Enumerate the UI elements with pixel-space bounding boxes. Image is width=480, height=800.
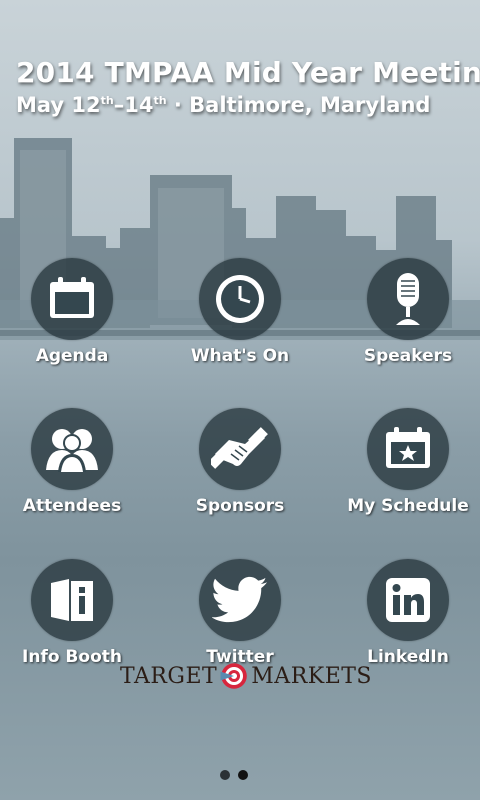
linkedin-button[interactable] — [367, 559, 449, 641]
logo-text-right: MARKETS — [251, 663, 372, 689]
menu-label: Attendees — [22, 496, 122, 516]
date-start: May 12 — [16, 93, 101, 117]
info-booth-button[interactable] — [31, 559, 113, 641]
event-date-location: May 12th–14th · Baltimore, Maryland — [16, 93, 480, 117]
agenda-button[interactable] — [31, 258, 113, 340]
menu-label: My Schedule — [347, 496, 469, 516]
info-booth-icon — [51, 579, 93, 621]
people-icon — [46, 429, 98, 472]
page-dot-1[interactable] — [220, 770, 230, 780]
sponsors-button[interactable] — [199, 408, 281, 490]
handshake-icon — [211, 427, 268, 469]
my-schedule-button[interactable] — [367, 408, 449, 490]
menu-item-attendees[interactable]: Attendees — [0, 408, 147, 516]
menu-item-speakers[interactable]: Speakers — [333, 258, 480, 366]
twitter-bird-icon — [212, 576, 268, 623]
date-start-suffix: th — [100, 94, 114, 107]
page-indicator — [220, 770, 248, 780]
target-markets-logo: TARGET MARKETS — [120, 656, 372, 696]
microphone-icon — [396, 273, 420, 325]
attendees-button[interactable] — [31, 408, 113, 490]
menu-item-sponsors[interactable]: Sponsors — [165, 408, 315, 516]
twitter-button[interactable] — [199, 559, 281, 641]
event-header: 2014 TMPAA Mid Year Meeting May 12th–14t… — [16, 56, 480, 117]
menu-label: Speakers — [363, 346, 453, 366]
logo-text-left: TARGET — [120, 663, 218, 689]
menu-item-twitter[interactable]: Twitter — [165, 559, 315, 667]
menu-item-agenda[interactable]: Agenda — [0, 258, 147, 366]
menu-item-info-booth[interactable]: Info Booth — [0, 559, 147, 667]
whats-on-button[interactable] — [199, 258, 281, 340]
menu-label: Agenda — [35, 346, 109, 366]
menu-item-linkedin[interactable]: LinkedIn — [333, 559, 480, 667]
menu-item-my-schedule[interactable]: My Schedule — [333, 408, 480, 516]
speakers-button[interactable] — [367, 258, 449, 340]
event-title: 2014 TMPAA Mid Year Meeting — [16, 56, 480, 89]
date-separator: –14 — [113, 93, 154, 117]
clock-icon — [216, 275, 264, 323]
menu-label: What's On — [190, 346, 290, 366]
calendar-star-icon — [386, 427, 430, 468]
page-dot-2-active[interactable] — [238, 770, 248, 780]
linkedin-icon — [386, 578, 430, 622]
menu-label: Sponsors — [195, 496, 285, 516]
calendar-icon — [50, 277, 94, 318]
menu-item-whats-on[interactable]: What's On — [165, 258, 315, 366]
date-end-suffix: th — [153, 94, 167, 107]
target-icon — [220, 663, 248, 689]
event-location: · Baltimore, Maryland — [173, 93, 431, 117]
